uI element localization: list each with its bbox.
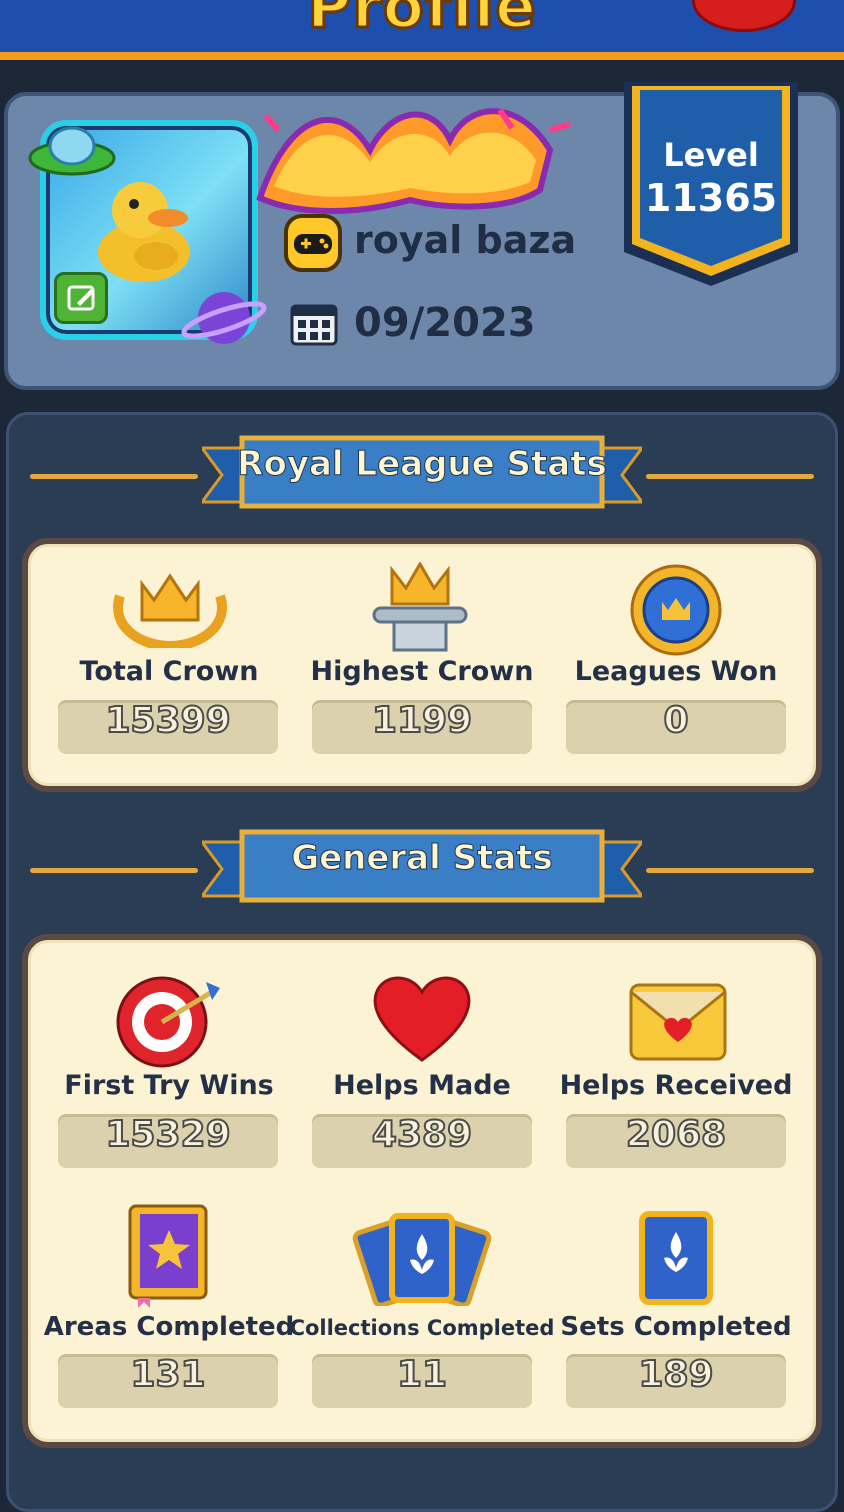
fleur-card-icon (639, 1211, 713, 1305)
heart-icon (373, 976, 471, 1062)
section-rule-right (646, 474, 814, 479)
gamepad-icon (294, 234, 332, 254)
card-fan-icon (352, 1213, 492, 1306)
username: royal baza (354, 218, 577, 262)
section-rule-left (30, 868, 198, 873)
stat-value-total-crown: 15399 (104, 699, 231, 742)
stat-label-highest-crown: Highest Crown (310, 656, 534, 687)
stat-value-highest-crown: 1199 (371, 699, 473, 742)
stat-label-leagues-won: Leagues Won (574, 656, 778, 687)
crown-pedestal-icon (372, 562, 468, 652)
level-value: 11365 (644, 176, 778, 220)
gamepad-badge (284, 214, 342, 272)
stat-label-helps-received: Helps Received (559, 1070, 793, 1101)
ufo-icon (28, 126, 116, 176)
top-bar-border (0, 52, 844, 60)
level-label: Level (663, 136, 759, 174)
stat-value-helps-made: 4389 (371, 1113, 473, 1156)
stat-value-sets-completed: 189 (637, 1353, 714, 1396)
general-stats-title: General Stats (291, 838, 554, 879)
top-bar: Profile (0, 0, 844, 60)
section-rule-right (646, 868, 814, 873)
stat-value-collections-completed: 11 (396, 1353, 448, 1396)
stat-value-areas-completed: 131 (129, 1353, 206, 1396)
section-rule-left (30, 474, 198, 479)
target-icon (116, 976, 220, 1068)
stat-label-first-try-wins: First Try Wins (64, 1070, 274, 1101)
envelope-heart-icon (629, 983, 727, 1061)
nickname-graffiti-logo (256, 108, 571, 214)
star-book-icon (128, 1204, 208, 1308)
stat-label-sets-completed: Sets Completed (560, 1312, 792, 1342)
edit-avatar-button[interactable] (54, 272, 108, 324)
planet-icon (181, 292, 267, 344)
stat-label-collections-completed: Collections Completed (289, 1316, 555, 1340)
join-date: 09/2023 (354, 300, 536, 346)
stat-value-leagues-won: 0 (662, 699, 689, 742)
calendar-icon (290, 304, 338, 346)
royal-league-title: Royal League Stats (237, 444, 607, 485)
stat-value-first-try-wins: 15329 (104, 1113, 231, 1156)
stat-label-areas-completed: Areas Completed (43, 1312, 295, 1342)
edit-icon (67, 285, 95, 311)
stat-value-helps-received: 2068 (625, 1113, 727, 1156)
crown-medal-icon (630, 564, 722, 656)
crown-laurel-icon (113, 573, 227, 648)
stat-label-helps-made: Helps Made (333, 1070, 511, 1101)
stat-label-total-crown: Total Crown (79, 656, 259, 687)
